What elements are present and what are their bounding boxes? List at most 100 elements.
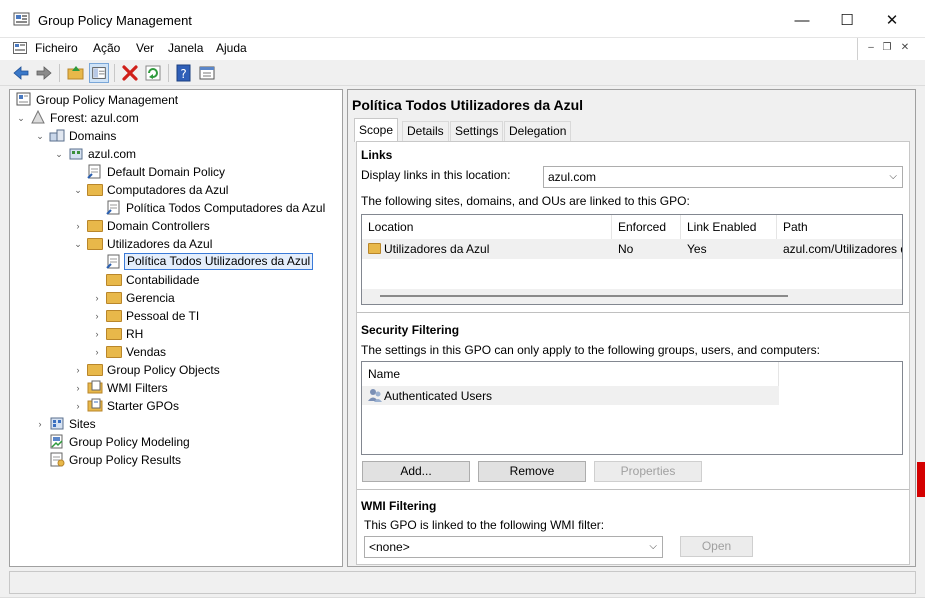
show-hide-tree-icon[interactable] bbox=[89, 63, 109, 83]
tree-item-utilizadores[interactable]: ⌄ Utilizadores da Azul bbox=[72, 235, 332, 253]
tree-item-wmi-filters[interactable]: › WMI Filters bbox=[72, 379, 332, 397]
tree-item-root[interactable]: Group Policy Management bbox=[13, 91, 333, 109]
column-header-name[interactable]: Name bbox=[362, 362, 779, 386]
add-button[interactable]: Add... bbox=[362, 461, 470, 482]
group-policy-management-icon bbox=[16, 92, 31, 106]
gpo-link-icon bbox=[106, 200, 120, 215]
column-header-path[interactable]: Path bbox=[777, 215, 904, 239]
tree-item-forest[interactable]: ⌄ Forest: azul.com bbox=[15, 109, 335, 127]
tree-item-default-domain-policy[interactable]: Default Domain Policy bbox=[72, 163, 332, 181]
tree-item-pessoal[interactable]: › Pessoal de TI bbox=[91, 307, 331, 325]
close-button[interactable]: ✕ bbox=[872, 8, 912, 34]
mdi-minimize-button[interactable]: – bbox=[864, 41, 878, 55]
expanded-chevron-icon[interactable]: ⌄ bbox=[72, 183, 84, 197]
menu-ver[interactable]: Ver bbox=[136, 41, 154, 55]
section-divider bbox=[357, 489, 909, 491]
tree-label: Utilizadores da Azul bbox=[107, 237, 213, 251]
ou-folder-icon bbox=[368, 243, 381, 254]
tab-scope[interactable]: Scope bbox=[354, 118, 399, 142]
tab-delegation[interactable]: Delegation bbox=[504, 121, 572, 141]
tree-item-gpo-objects[interactable]: › Group Policy Objects bbox=[72, 361, 332, 379]
up-folder-icon[interactable] bbox=[66, 63, 86, 83]
remove-button[interactable]: Remove bbox=[478, 461, 586, 482]
chevron-down-icon: ⌵ bbox=[889, 171, 897, 182]
starter-gpo-icon bbox=[87, 398, 103, 412]
tree-item-vendas[interactable]: › Vendas bbox=[91, 343, 331, 361]
tree-item-rh[interactable]: › RH bbox=[91, 325, 331, 343]
menu-ficheiro[interactable]: Ficheiro bbox=[35, 41, 78, 55]
tree-item-domain[interactable]: ⌄ azul.com bbox=[53, 145, 333, 163]
collapsed-chevron-icon[interactable]: › bbox=[91, 291, 103, 305]
tree-item-sites[interactable]: › Sites bbox=[34, 415, 334, 433]
tree-item-starter-gpos[interactable]: › Starter GPOs bbox=[72, 397, 332, 415]
scrollbar-thumb[interactable] bbox=[380, 295, 788, 297]
tree-pane: Group Policy Management ⌄ Forest: azul.c… bbox=[9, 89, 343, 567]
location-dropdown[interactable]: azul.com ⌵ bbox=[543, 166, 903, 188]
collapsed-chevron-icon[interactable]: › bbox=[91, 309, 103, 323]
tree-item-results[interactable]: Group Policy Results bbox=[34, 451, 334, 469]
expanded-chevron-icon[interactable]: ⌄ bbox=[15, 111, 27, 125]
minimize-button[interactable]: — bbox=[782, 8, 822, 34]
toolbar-separator bbox=[114, 64, 115, 82]
mdi-close-button[interactable]: ✕ bbox=[898, 41, 912, 55]
expanded-chevron-icon[interactable]: ⌄ bbox=[34, 129, 46, 143]
console-menu-icon[interactable] bbox=[13, 42, 27, 55]
collapsed-chevron-icon[interactable]: › bbox=[34, 417, 46, 431]
tree-item-modeling[interactable]: Group Policy Modeling bbox=[34, 433, 334, 451]
column-header-link-enabled[interactable]: Link Enabled bbox=[681, 215, 777, 239]
open-button[interactable]: Open bbox=[680, 536, 753, 557]
tab-settings[interactable]: Settings bbox=[450, 121, 504, 141]
tree-item-contabilidade[interactable]: Contabilidade bbox=[91, 271, 331, 289]
expanded-chevron-icon[interactable]: ⌄ bbox=[53, 147, 65, 161]
table-row[interactable]: Utilizadores da Azul No Yes azul.com/Uti… bbox=[362, 239, 902, 259]
tree-label: Sites bbox=[69, 417, 96, 431]
help-icon[interactable]: ? bbox=[174, 63, 194, 83]
menu-bar: Ficheiro Ação Ver Janela Ajuda – ❐ ✕ bbox=[0, 38, 925, 60]
collapsed-chevron-icon[interactable]: › bbox=[72, 381, 84, 395]
tab-details[interactable]: Details bbox=[402, 121, 449, 141]
column-header-enforced[interactable]: Enforced bbox=[612, 215, 681, 239]
tree-item-politica-utilizadores[interactable]: Política Todos Utilizadores da Azul bbox=[91, 253, 336, 271]
collapsed-chevron-icon[interactable]: › bbox=[91, 327, 103, 341]
forward-arrow-icon[interactable] bbox=[34, 63, 54, 83]
menu-janela[interactable]: Janela bbox=[168, 41, 203, 55]
expanded-chevron-icon[interactable]: ⌄ bbox=[72, 237, 84, 251]
tree-label: Group Policy Objects bbox=[107, 363, 220, 377]
collapsed-chevron-icon[interactable]: › bbox=[72, 363, 84, 377]
maximize-button[interactable]: ☐ bbox=[827, 8, 867, 34]
menu-ajuda[interactable]: Ajuda bbox=[216, 41, 247, 55]
collapsed-chevron-icon[interactable]: › bbox=[91, 345, 103, 359]
collapsed-chevron-icon[interactable]: › bbox=[72, 399, 84, 413]
tree-item-domains[interactable]: ⌄ Domains bbox=[34, 127, 334, 145]
refresh-icon[interactable] bbox=[143, 63, 163, 83]
back-arrow-icon[interactable] bbox=[11, 63, 31, 83]
collapsed-chevron-icon[interactable]: › bbox=[72, 219, 84, 233]
menu-acao[interactable]: Ação bbox=[93, 41, 120, 55]
tree-label: Starter GPOs bbox=[107, 399, 180, 413]
mdi-separator bbox=[857, 38, 858, 60]
svg-text:?: ? bbox=[180, 67, 186, 81]
mdi-restore-button[interactable]: ❐ bbox=[880, 41, 894, 55]
wmi-filtering-heading: WMI Filtering bbox=[361, 499, 437, 513]
tree-label: Contabilidade bbox=[126, 273, 200, 287]
tree-label: azul.com bbox=[88, 147, 137, 161]
tree-item-gerencia[interactable]: › Gerencia bbox=[91, 289, 331, 307]
row-path: azul.com/Utilizadores da bbox=[783, 242, 902, 256]
tree-label: Pessoal de TI bbox=[126, 309, 200, 323]
horizontal-scrollbar[interactable] bbox=[362, 289, 902, 304]
wmi-filter-icon bbox=[87, 380, 103, 394]
properties-icon[interactable] bbox=[197, 63, 217, 83]
tree-item-computadores[interactable]: ⌄ Computadores da Azul bbox=[72, 181, 332, 199]
properties-button[interactable]: Properties bbox=[594, 461, 702, 482]
tree-item-domain-controllers[interactable]: › Domain Controllers bbox=[72, 217, 332, 235]
tree-label: Vendas bbox=[126, 345, 167, 359]
delete-icon[interactable] bbox=[120, 63, 140, 83]
tree-item-politica-computadores[interactable]: Política Todos Computadores da Azul bbox=[91, 199, 336, 217]
chevron-down-icon: ⌵ bbox=[649, 541, 657, 552]
wmi-filter-dropdown[interactable]: <none> ⌵ bbox=[364, 536, 663, 558]
tree-label: Domains bbox=[69, 129, 117, 143]
tree-label: Default Domain Policy bbox=[107, 165, 226, 179]
row-location: Utilizadores da Azul bbox=[384, 242, 490, 256]
column-header-location[interactable]: Location bbox=[362, 215, 612, 239]
table-row[interactable]: Authenticated Users bbox=[362, 386, 779, 405]
